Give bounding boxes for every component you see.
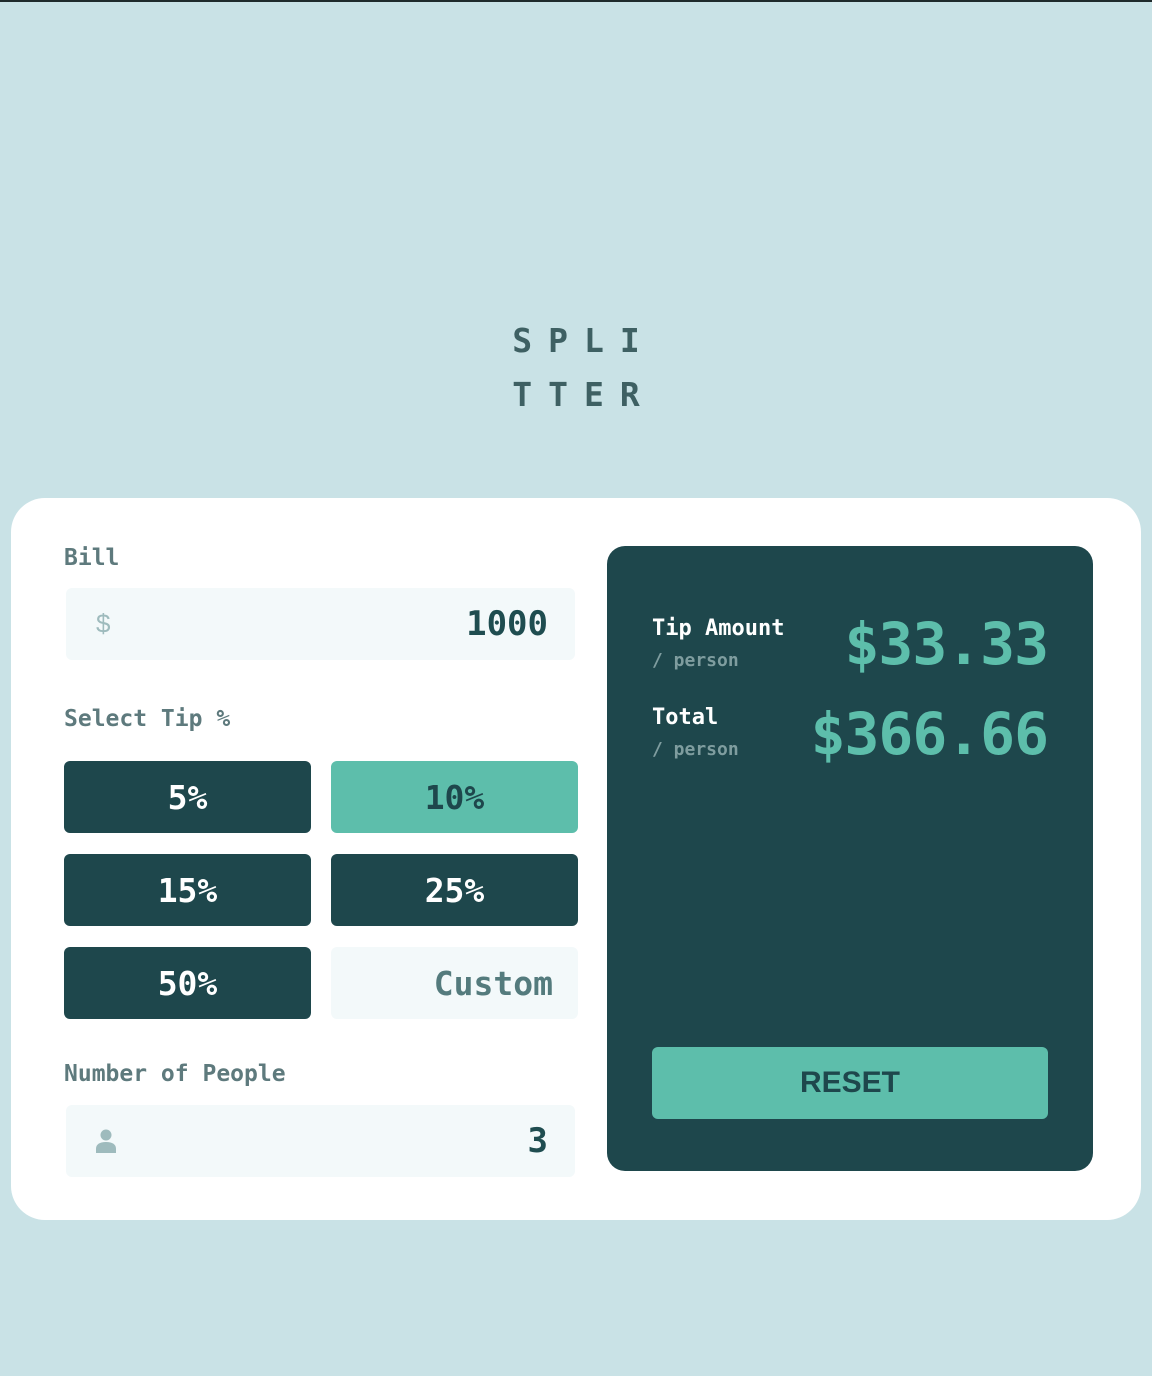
tip-button-25[interactable]: 25% (331, 854, 578, 926)
tip-amount-sub: / person (652, 650, 739, 671)
dollar-icon: $ (96, 608, 111, 639)
bill-input[interactable]: $ 1000 (66, 588, 575, 660)
people-value: 3 (527, 1121, 548, 1161)
total-sub: / person (652, 739, 739, 760)
tip-button-50[interactable]: 50% (64, 947, 311, 1019)
total-value: $366.66 (810, 700, 1049, 768)
custom-tip-input[interactable]: Custom (331, 947, 578, 1019)
person-icon (96, 1129, 116, 1153)
result-panel: Tip Amount / person $33.33 Total / perso… (607, 546, 1093, 1171)
bill-label: Bill (64, 545, 120, 571)
app-logo: SPLI TTER (0, 314, 1152, 422)
logo-line-2: TTER (512, 375, 656, 414)
calculator-card: Bill $ 1000 Select Tip % 5% 10% 15% 25% … (11, 498, 1141, 1220)
bill-value: 1000 (466, 604, 548, 644)
reset-button[interactable]: RESET (652, 1047, 1048, 1119)
tip-amount-value: $33.33 (844, 610, 1049, 678)
logo-line-1: SPLI (512, 321, 656, 360)
total-title: Total (652, 705, 719, 730)
people-input[interactable]: 3 (66, 1105, 575, 1177)
tip-button-15[interactable]: 15% (64, 854, 311, 926)
tip-button-5[interactable]: 5% (64, 761, 311, 833)
tip-button-10[interactable]: 10% (331, 761, 578, 833)
tip-amount-title: Tip Amount (652, 616, 785, 641)
people-label: Number of People (64, 1061, 286, 1087)
select-tip-label: Select Tip % (64, 706, 231, 732)
